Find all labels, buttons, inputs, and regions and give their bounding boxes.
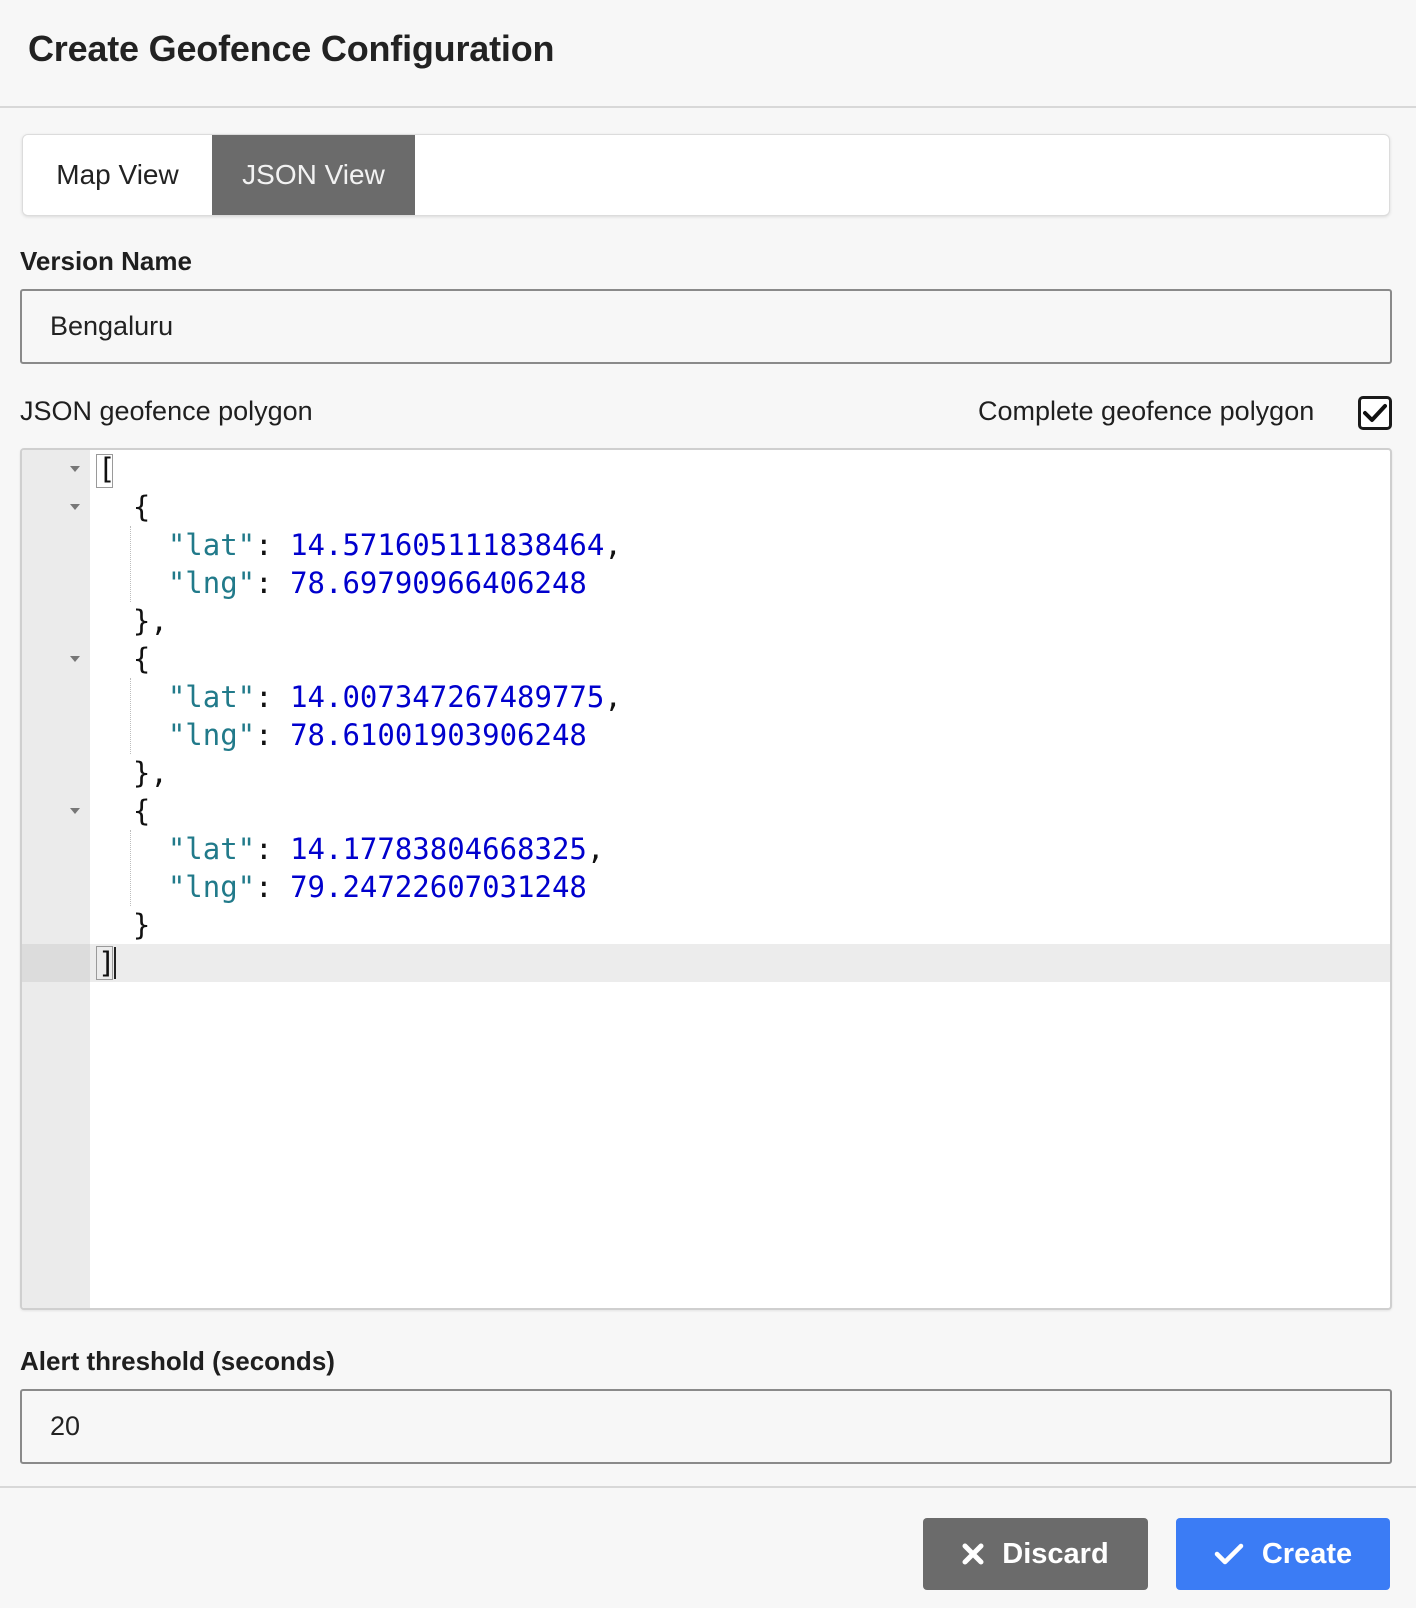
close-icon <box>962 1543 984 1565</box>
code-line: "lat": 14.17783804668325, <box>167 832 605 866</box>
discard-label: Discard <box>1002 1537 1109 1570</box>
code-line: { <box>98 642 151 676</box>
lng-value-1: 78.69790966406248 <box>290 566 587 600</box>
lat-value-2: 14.007347267489775 <box>290 680 605 714</box>
page-title: Create Geofence Configuration <box>28 28 555 69</box>
active-line-highlight <box>22 944 1390 982</box>
active-line-gutter <box>22 944 90 982</box>
fold-arrow-icon[interactable] <box>70 656 80 662</box>
footer-divider <box>0 1486 1416 1488</box>
checkmark-icon <box>1363 404 1387 422</box>
fold-arrow-icon[interactable] <box>70 466 80 472</box>
create-button[interactable]: Create <box>1176 1518 1390 1590</box>
code-line: ] <box>98 946 116 980</box>
code-line: [ <box>98 452 116 486</box>
lng-value-3: 79.24722607031248 <box>290 870 587 904</box>
lng-value-2: 78.61001903906248 <box>290 718 587 752</box>
text-cursor <box>114 947 116 979</box>
lat-value-1: 14.571605111838464 <box>290 528 605 562</box>
alert-threshold-label: Alert threshold (seconds) <box>20 1346 335 1376</box>
code-line: } <box>98 908 151 942</box>
complete-polygon-label: Complete geofence polygon <box>978 396 1315 426</box>
json-editor[interactable]: [ { "lat": 14.571605111838464, "lng": 78… <box>20 448 1392 1310</box>
version-name-input[interactable]: Bengaluru <box>20 289 1392 364</box>
tab-json-view[interactable]: JSON View <box>212 135 415 215</box>
tab-map-view[interactable]: Map View <box>23 135 212 215</box>
version-name-label: Version Name <box>20 246 192 276</box>
create-label: Create <box>1261 1537 1353 1570</box>
json-polygon-label: JSON geofence polygon <box>20 396 313 426</box>
lat-value-3: 14.17783804668325 <box>290 832 587 866</box>
code-line: { <box>98 794 151 828</box>
fold-arrow-icon[interactable] <box>70 504 80 510</box>
code-line: "lng": 78.61001903906248 <box>167 718 587 752</box>
dialog-header: Create Geofence Configuration <box>0 0 1416 108</box>
complete-polygon-checkbox[interactable] <box>1358 396 1392 430</box>
discard-button[interactable]: Discard <box>923 1518 1148 1590</box>
editor-gutter <box>22 450 90 1308</box>
fold-arrow-icon[interactable] <box>70 808 80 814</box>
code-line: }, <box>98 604 168 638</box>
code-line: "lng": 79.24722607031248 <box>167 870 587 904</box>
alert-threshold-input[interactable]: 20 <box>20 1389 1392 1464</box>
code-line: { <box>98 490 151 524</box>
code-line: "lat": 14.571605111838464, <box>167 528 622 562</box>
code-line: "lat": 14.007347267489775, <box>167 680 622 714</box>
checkmark-icon <box>1214 1543 1244 1565</box>
code-line: }, <box>98 756 168 790</box>
code-line: "lng": 78.69790966406248 <box>167 566 587 600</box>
view-tabs: Map View JSON View <box>22 134 1390 216</box>
